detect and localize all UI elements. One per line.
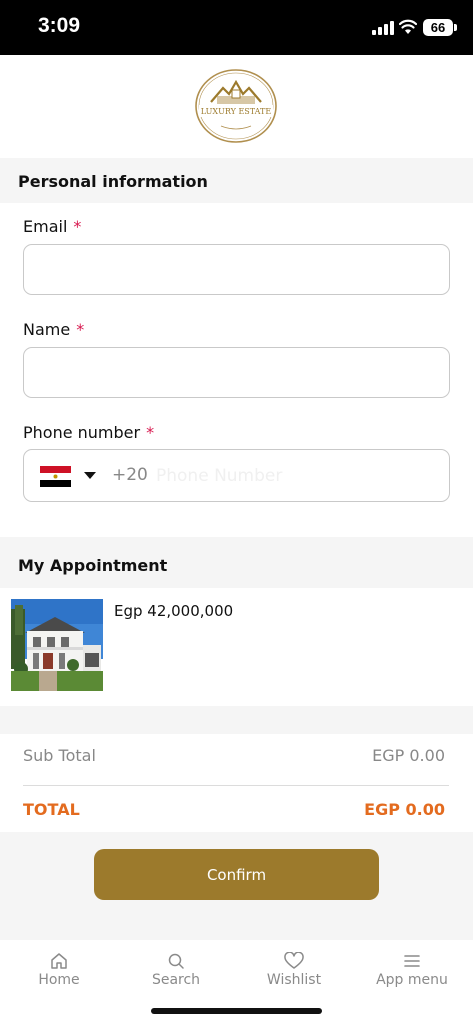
summary-divider [23, 785, 449, 786]
home-indicator [151, 1008, 322, 1014]
email-field[interactable] [23, 244, 450, 295]
confirm-button[interactable]: Confirm [94, 849, 379, 900]
wifi-icon [399, 19, 417, 34]
home-icon [51, 953, 67, 969]
sub-total-label: Sub Total [23, 746, 96, 765]
email-label: Email * [23, 217, 81, 236]
signal-icon [372, 21, 394, 35]
property-thumbnail[interactable] [11, 599, 103, 691]
email-label-text: Email [23, 217, 68, 236]
nav-wishlist[interactable]: Wishlist [249, 952, 339, 988]
nav-home[interactable]: Home [14, 952, 104, 988]
nav-search-label: Search [151, 972, 201, 988]
nav-app-menu[interactable]: App menu [367, 952, 457, 988]
battery-cap [454, 24, 457, 31]
logo-text: LUXURY ESTATE [201, 107, 272, 116]
status-time: 3:09 [38, 14, 81, 37]
nav-wishlist-label: Wishlist [266, 972, 322, 988]
phone-label: Phone number * [23, 423, 154, 442]
heart-icon [284, 952, 304, 969]
egypt-flag-icon[interactable] [40, 466, 71, 487]
header: LUXURY ESTATE [0, 55, 473, 158]
appointment-header: My Appointment [0, 537, 473, 588]
email-required-mark: * [73, 217, 82, 236]
search-icon [168, 953, 184, 969]
phone-input[interactable] [156, 462, 436, 490]
battery-indicator: 66 [423, 19, 453, 36]
phone-required-mark: * [146, 423, 155, 442]
menu-icon [404, 955, 420, 967]
phone-field: +20 [23, 449, 450, 502]
name-required-mark: * [76, 320, 85, 339]
status-bar: 3:09 66 [0, 0, 473, 55]
name-label-text: Name [23, 320, 71, 339]
name-field[interactable] [23, 347, 450, 398]
personal-info-title: Personal information [18, 172, 208, 191]
total-value: EGP 0.00 [364, 800, 445, 819]
nav-search[interactable]: Search [131, 952, 221, 988]
name-label: Name * [23, 320, 84, 339]
nav-home-label: Home [38, 972, 80, 988]
phone-label-text: Phone number [23, 423, 141, 442]
luxury-estate-logo: LUXURY ESTATE [195, 69, 277, 143]
country-dropdown-icon[interactable] [84, 472, 96, 479]
dial-code: +20 [112, 465, 148, 485]
personal-info-header: Personal information [0, 158, 473, 203]
nav-app-menu-label: App menu [376, 972, 448, 988]
sub-total-value: EGP 0.00 [372, 746, 445, 765]
appointment-title: My Appointment [18, 556, 168, 575]
total-label: TOTAL [23, 800, 80, 819]
property-price: Egp 42,000,000 [114, 602, 234, 620]
